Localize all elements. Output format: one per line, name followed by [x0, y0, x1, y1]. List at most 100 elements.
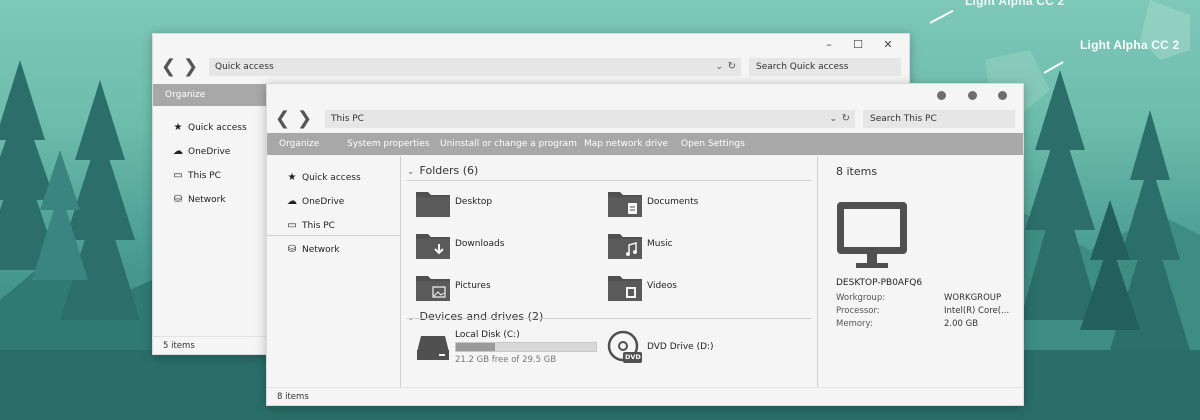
details-item-count: 8 items	[836, 165, 878, 178]
explorer-window-this-pc: ❮ ❯ This PC ⌄ ↻ Search This PC Organize …	[266, 83, 1024, 406]
folder-downloads[interactable]: Downloads	[415, 228, 565, 262]
drive-local-disk[interactable]: Local Disk (C:) 21.2 GB free of 29.5 GB	[415, 328, 603, 368]
address-text: This PC	[331, 114, 364, 124]
folder-music[interactable]: Music	[607, 228, 757, 262]
forward-arrow-icon[interactable]: ❯	[297, 110, 312, 128]
documents-folder-icon	[608, 192, 642, 217]
minimize-button[interactable]: –	[821, 38, 837, 52]
drive-name: DVD Drive (D:)	[647, 342, 714, 352]
nav-divider	[267, 235, 400, 236]
nav-label: This PC	[302, 221, 335, 231]
forward-arrow-icon[interactable]: ❯	[183, 58, 198, 76]
nav-item-network[interactable]: ⛁ Network	[267, 242, 400, 258]
organize-button[interactable]: Organize	[165, 84, 205, 106]
folder-label: Videos	[647, 281, 677, 291]
refresh-icon[interactable]: ↻	[728, 58, 736, 76]
nav-label: This PC	[188, 171, 221, 181]
close-button[interactable]	[998, 91, 1007, 100]
network-icon: ⛁	[287, 244, 297, 255]
system-properties-button[interactable]: System properties	[347, 133, 429, 155]
brand-text-secondary: Light Alpha CC 2	[965, 0, 1065, 8]
navigation-pane: ★ Quick access ☁ OneDrive ▭ This PC ⛁ Networ…	[267, 156, 400, 388]
pane-divider	[400, 156, 401, 388]
details-pane-divider	[817, 156, 818, 388]
disk-usage-fill	[456, 343, 496, 351]
folder-desktop[interactable]: Desktop	[415, 186, 565, 220]
chevron-down-icon[interactable]: ⌄	[829, 110, 837, 128]
address-row: ❮ ❯ This PC ⌄ ↻ Search This PC	[267, 108, 1023, 132]
title-bar: – ☐ ✕	[153, 34, 909, 56]
address-text: Quick access	[215, 62, 274, 72]
nav-label: OneDrive	[188, 147, 231, 157]
pictures-folder-icon	[416, 276, 450, 301]
downloads-folder-icon	[416, 234, 450, 259]
folder-pictures[interactable]: Pictures	[415, 270, 565, 304]
chevron-down-icon: ⌄	[407, 167, 415, 177]
nav-label: Quick access	[302, 173, 361, 183]
computer-name: DESKTOP-PB0AFQ6	[836, 278, 923, 288]
star-icon: ★	[287, 172, 297, 183]
group-divider	[407, 180, 811, 181]
nav-item-this-pc[interactable]: ▭ This PC	[267, 218, 400, 234]
folder-label: Documents	[647, 197, 699, 207]
processor-value: Intel(R) Core(...	[944, 306, 1010, 316]
back-arrow-icon[interactable]: ❮	[161, 58, 176, 76]
dvd-badge: DVD	[625, 353, 641, 361]
folder-videos[interactable]: Videos	[607, 270, 757, 304]
cloud-icon: ☁	[173, 146, 183, 157]
folder-icon	[416, 192, 450, 217]
processor-label: Processor:	[836, 306, 880, 316]
folder-label: Downloads	[455, 239, 505, 249]
search-input[interactable]: Search This PC	[863, 110, 1015, 128]
nav-item-onedrive[interactable]: ☁ OneDrive	[267, 194, 400, 210]
minimize-button[interactable]	[937, 91, 946, 100]
maximize-button[interactable]: ☐	[850, 38, 866, 52]
map-network-drive-button[interactable]: Map network drive	[584, 133, 668, 155]
music-folder-icon	[608, 234, 642, 259]
search-input[interactable]: Search Quick access	[749, 58, 901, 76]
videos-folder-icon	[608, 276, 642, 301]
network-icon: ⛁	[173, 194, 183, 205]
open-settings-button[interactable]: Open Settings	[681, 133, 745, 155]
status-bar: 8 items	[267, 387, 1023, 405]
drive-free-space: 21.2 GB free of 29.5 GB	[455, 355, 557, 365]
memory-value: 2.00 GB	[944, 319, 979, 329]
monitor-icon: ▭	[287, 220, 297, 231]
drive-name: Local Disk (C:)	[455, 330, 520, 340]
organize-button[interactable]: Organize	[279, 133, 319, 155]
folders-group-header[interactable]: ⌄ Folders (6)	[407, 164, 478, 177]
address-bar[interactable]: Quick access ⌄ ↻	[209, 58, 741, 76]
uninstall-program-button[interactable]: Uninstall or change a program	[440, 133, 577, 155]
close-button[interactable]: ✕	[880, 38, 896, 52]
address-row: ❮ ❯ Quick access ⌄ ↻ Search Quick access	[153, 56, 909, 80]
brand-text-primary: Light Alpha CC 2	[1080, 38, 1180, 52]
navigation-pane: ★ Quick access ☁ OneDrive ▭ This PC ⛁ Networ…	[153, 106, 267, 326]
nav-label: OneDrive	[302, 197, 345, 207]
folder-label: Music	[647, 239, 673, 249]
chevron-down-icon[interactable]: ⌄	[715, 58, 723, 76]
nav-item-network[interactable]: ⛁ Network	[153, 192, 267, 208]
nav-label: Network	[302, 245, 340, 255]
nav-item-this-pc[interactable]: ▭ This PC	[153, 168, 267, 184]
nav-label: Quick access	[188, 123, 247, 133]
maximize-button[interactable]	[968, 91, 977, 100]
group-divider	[407, 318, 811, 319]
drives-group-header[interactable]: ⌄Devices and drives (2)	[407, 310, 543, 323]
nav-item-onedrive[interactable]: ☁ OneDrive	[153, 144, 267, 160]
nav-label: Network	[188, 195, 226, 205]
nav-item-quick-access[interactable]: ★ Quick access	[153, 120, 267, 136]
folder-documents[interactable]: Documents	[607, 186, 757, 220]
nav-item-quick-access[interactable]: ★ Quick access	[267, 170, 400, 186]
workgroup-label: Workgroup:	[836, 293, 886, 303]
group-title: Devices and drives (2)	[419, 310, 544, 323]
title-bar	[267, 84, 1023, 108]
command-bar: Organize System properties Uninstall or …	[267, 133, 1023, 155]
back-arrow-icon[interactable]: ❮	[275, 110, 290, 128]
hard-drive-icon	[417, 336, 449, 360]
address-bar[interactable]: This PC ⌄ ↻	[325, 110, 855, 128]
drive-dvd[interactable]: DVD DVD Drive (D:)	[607, 328, 747, 368]
cloud-icon: ☁	[287, 196, 297, 207]
monitor-icon: ▭	[173, 170, 183, 181]
refresh-icon[interactable]: ↻	[842, 110, 850, 128]
star-icon: ★	[173, 122, 183, 133]
